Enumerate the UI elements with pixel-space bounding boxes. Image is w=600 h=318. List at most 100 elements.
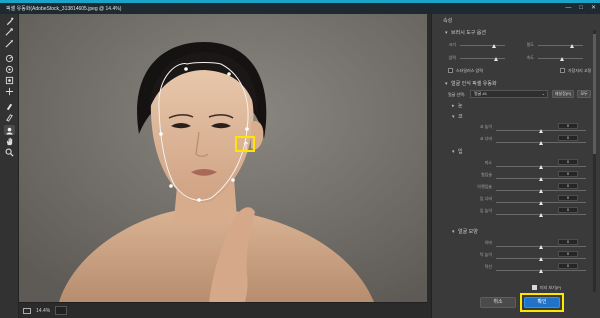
slider-label: 코 너비 bbox=[479, 136, 492, 141]
portrait-photo[interactable] bbox=[19, 14, 427, 302]
push-left-icon[interactable] bbox=[4, 86, 15, 96]
tool-bar bbox=[0, 14, 19, 318]
slider-label: 턱선 bbox=[484, 264, 492, 269]
section-label: 얼굴 인식 픽셀 유동화 bbox=[451, 81, 497, 87]
slider-label: 밀도 bbox=[526, 42, 534, 47]
thaw-mask-icon[interactable] bbox=[4, 112, 15, 122]
slider-label: 코 높이 bbox=[479, 124, 492, 129]
slider-thumb[interactable] bbox=[570, 44, 574, 48]
slider-thumb[interactable] bbox=[539, 165, 543, 169]
overlay-handle bbox=[169, 184, 173, 188]
jawline-value[interactable]: 0 bbox=[558, 263, 578, 269]
mouth-height-value[interactable]: 0 bbox=[558, 207, 578, 213]
slider-thumb[interactable] bbox=[560, 57, 564, 61]
pin-edges-label: 가장자리 고정 bbox=[568, 68, 592, 73]
overlay-handle bbox=[184, 67, 188, 71]
slider-thumb[interactable] bbox=[539, 213, 543, 217]
section-label: 브러시 도구 옵션 bbox=[451, 30, 486, 36]
nose-height-value[interactable]: 0 bbox=[558, 123, 578, 129]
slider-thumb[interactable] bbox=[539, 177, 543, 181]
smile-value[interactable]: 0 bbox=[558, 159, 578, 165]
face-tool-icon[interactable] bbox=[4, 125, 15, 135]
title-bar: 픽셀 유동화(AdobeStock_313814605.jpeg @ 14.4%… bbox=[0, 0, 600, 14]
smooth-icon[interactable] bbox=[4, 38, 15, 48]
dropdown-value: 얼굴 #1 bbox=[474, 91, 487, 96]
section-face-aware[interactable]: ▾ 얼굴 인식 픽셀 유동화 bbox=[445, 80, 497, 87]
slider-label: 크기 bbox=[448, 42, 456, 47]
zoom-dropdown[interactable] bbox=[55, 306, 68, 315]
maximize-button[interactable]: □ bbox=[579, 4, 583, 12]
upper-lip-value[interactable]: 0 bbox=[558, 171, 578, 177]
section-eyes[interactable]: ▸ 눈 bbox=[452, 102, 463, 109]
face-select-label: 얼굴 선택: bbox=[448, 92, 465, 97]
slider-thumb[interactable] bbox=[539, 257, 543, 261]
reconstruct-icon[interactable] bbox=[4, 27, 15, 37]
preview-checkbox[interactable] bbox=[532, 285, 537, 290]
slider-label: 미소 bbox=[484, 160, 492, 165]
section-face-shape[interactable]: ▾ 얼굴 모양 bbox=[452, 228, 478, 235]
section-brush-options[interactable]: ▾ 브러시 도구 옵션 bbox=[445, 29, 486, 36]
bloat-icon[interactable] bbox=[4, 75, 15, 85]
cancel-button[interactable]: 취소 bbox=[480, 297, 516, 308]
slider-label: 입 높이 bbox=[479, 208, 492, 213]
slider-thumb[interactable] bbox=[539, 201, 543, 205]
canvas-area[interactable] bbox=[19, 14, 427, 302]
preview-label: 미리 보기(P) bbox=[540, 285, 562, 290]
twirl-icon[interactable] bbox=[4, 53, 15, 63]
panel-scrollbar[interactable] bbox=[593, 30, 596, 292]
window-controls: — □ ✕ bbox=[565, 4, 596, 12]
panel-header: 속성 bbox=[443, 18, 453, 24]
section-mouth[interactable]: ▾ 입 bbox=[452, 148, 463, 155]
stylus-checkbox[interactable] bbox=[448, 68, 453, 73]
reset-button[interactable]: 재설정(R) bbox=[552, 90, 574, 98]
slider-label: 이마 bbox=[484, 240, 492, 245]
slider-thumb[interactable] bbox=[539, 129, 543, 133]
slider-label: 입 너비 bbox=[479, 196, 492, 201]
pucker-icon[interactable] bbox=[4, 64, 15, 74]
properties-panel: 속성 ▾ 브러시 도구 옵션 크기 밀도 압력 속도 스타일러스 압력 가장자리 … bbox=[431, 14, 600, 318]
mouth-width-value[interactable]: 0 bbox=[558, 195, 578, 201]
forehead-value[interactable]: 0 bbox=[558, 239, 578, 245]
all-button[interactable]: 모두 bbox=[577, 90, 591, 98]
lower-lip-value[interactable]: 0 bbox=[558, 183, 578, 189]
pressure-slider[interactable] bbox=[460, 58, 505, 59]
overlay-handle bbox=[227, 72, 231, 76]
layout-icon[interactable] bbox=[23, 307, 31, 314]
minimize-button[interactable]: — bbox=[565, 4, 571, 12]
close-button[interactable]: ✕ bbox=[591, 4, 596, 12]
overlay-handle bbox=[245, 127, 249, 131]
zoom-value[interactable]: 14.4% bbox=[36, 308, 50, 314]
zoom-icon[interactable] bbox=[4, 147, 15, 157]
density-slider[interactable] bbox=[538, 45, 583, 46]
stylus-label: 스타일러스 압력 bbox=[456, 68, 483, 73]
section-nose[interactable]: ▾ 코 bbox=[452, 113, 463, 120]
chin-height-value[interactable]: 0 bbox=[558, 251, 578, 257]
slider-thumb[interactable] bbox=[539, 189, 543, 193]
slider-label: 압력 bbox=[448, 55, 456, 60]
highlight-box-ok bbox=[520, 293, 564, 312]
overlay-handle bbox=[197, 198, 201, 202]
slider-label: 아랫입술 bbox=[477, 184, 492, 189]
slider-thumb[interactable] bbox=[494, 57, 498, 61]
slider-thumb[interactable] bbox=[539, 269, 543, 273]
section-label: 눈 bbox=[458, 103, 463, 109]
slider-label: 턱 높이 bbox=[479, 252, 492, 257]
forward-warp-icon[interactable] bbox=[4, 16, 15, 26]
status-bar: 14.4% bbox=[19, 302, 427, 318]
scrollbar-thumb[interactable] bbox=[593, 34, 596, 154]
pin-edges-checkbox[interactable] bbox=[560, 68, 565, 73]
size-slider[interactable] bbox=[460, 45, 505, 46]
highlight-box-ear bbox=[235, 136, 255, 152]
slider-thumb[interactable] bbox=[492, 44, 496, 48]
face-select-dropdown[interactable]: 얼굴 #1 ⌄ bbox=[470, 90, 548, 98]
window-title: 픽셀 유동화(AdobeStock_313814605.jpeg @ 14.4%… bbox=[6, 6, 122, 12]
freeze-mask-icon[interactable] bbox=[4, 101, 15, 111]
section-label: 코 bbox=[458, 114, 463, 120]
overlay-handle bbox=[159, 132, 163, 136]
hand-icon[interactable] bbox=[4, 136, 15, 146]
nose-width-value[interactable]: 0 bbox=[558, 135, 578, 141]
slider-thumb[interactable] bbox=[539, 245, 543, 249]
slider-label: 속도 bbox=[526, 55, 534, 60]
overlay-handle bbox=[231, 178, 235, 182]
slider-thumb[interactable] bbox=[539, 141, 543, 145]
